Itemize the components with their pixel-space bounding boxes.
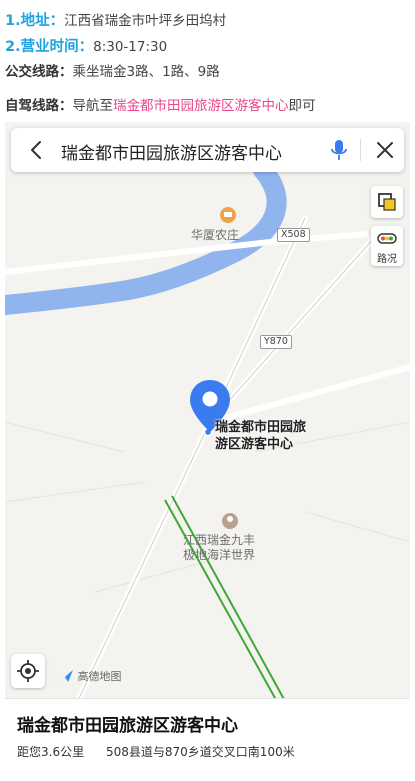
bus-line: 公交线路：乘坐瑞金3路、1路、9路 [5,60,220,80]
poi-ocean-line1: 江西瑞金九丰 [183,533,256,547]
bus-value: 乘坐瑞金3路、1路、9路 [72,64,220,80]
road-y870-tag: Y870 [260,335,292,349]
farm-poi-icon [220,207,236,223]
locate-me-button[interactable] [11,654,45,688]
drive-suffix: 即可 [288,98,316,114]
microphone-icon[interactable] [329,139,349,161]
drive-line: 自驾线路：导航至瑞金都市田园旅游区游客中心即可 [5,94,316,114]
search-bar[interactable]: 瑞金都市田园旅游区游客中心 [11,128,404,172]
poi-ocean-line2: 极地海洋世界 [183,548,256,562]
destination-line2: 游区游客中心 [215,437,294,452]
crosshair-icon [17,660,39,682]
ocean-poi-icon [222,513,238,529]
traffic-label: 路况 [377,254,397,265]
address-value: 江西省瑞金市叶坪乡田坞村 [64,13,227,29]
place-distance: 距您3.6公里 [17,745,85,759]
poi-ocean-label[interactable]: 江西瑞金九丰 极地海洋世界 [183,533,255,563]
map-brand: 高德地图 [58,668,122,686]
place-address: 508县道与870乡道交叉口南100米 [106,745,295,759]
traffic-button[interactable]: 路况 [371,226,403,266]
poi-farm-label[interactable]: 华厦农庄 [191,228,239,243]
amap-logo-icon [58,669,74,686]
drive-destination: 瑞金都市田园旅游区游客中心 [113,98,289,114]
map-view[interactable]: 华厦农庄 江西瑞金九丰 极地海洋世界 X508 Y870 瑞金都市田园旅 游区游… [5,122,410,770]
brand-label: 高德地图 [77,670,122,683]
drive-label: 自驾线路： [5,98,73,114]
layers-icon [378,193,396,211]
close-icon[interactable] [375,140,395,160]
layers-button[interactable] [371,186,403,218]
hours-line: 2.营业时间：8:30-17:30 [5,35,167,56]
search-divider [360,139,361,161]
place-name: 瑞金都市田园旅游区游客中心 [17,716,238,736]
search-query[interactable]: 瑞金都市田园旅游区游客中心 [61,139,282,164]
destination-map-label[interactable]: 瑞金都市田园旅 游区游客中心 [215,419,306,453]
back-arrow-icon[interactable] [27,140,47,160]
destination-line1: 瑞金都市田园旅 [215,420,307,435]
hours-value: 8:30-17:30 [93,39,168,55]
traffic-light-icon [377,233,397,244]
road-x508-tag: X508 [277,228,310,242]
hours-label: 2.营业时间： [5,39,94,55]
bus-label: 公交线路： [5,64,73,80]
place-card[interactable]: 瑞金都市田园旅游区游客中心 距您3.6公里 508县道与870乡道交叉口南100… [5,698,410,770]
address-line: 1.地址：江西省瑞金市叶坪乡田坞村 [5,9,226,30]
address-label: 1.地址： [5,13,65,29]
drive-prefix: 导航至 [72,98,114,114]
